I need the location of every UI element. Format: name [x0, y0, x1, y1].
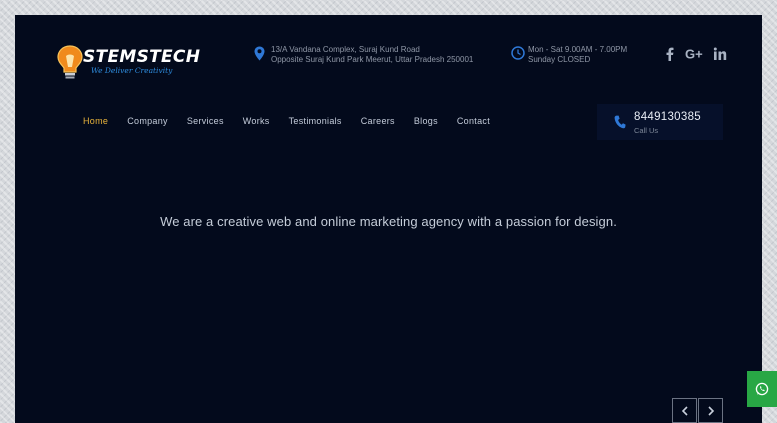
hours-line-2: Sunday CLOSED: [528, 55, 591, 64]
address-line-1: 13/A Vandana Complex, Suraj Kund Road: [271, 45, 420, 54]
site-logo[interactable]: STEMSTECH We Deliver Creativity: [55, 43, 200, 83]
slider-prev-button[interactable]: [672, 398, 697, 423]
svg-text:G+: G+: [685, 47, 703, 61]
nav-blogs[interactable]: Blogs: [414, 116, 438, 126]
nav-services[interactable]: Services: [187, 116, 224, 126]
call-us-box[interactable]: 8449130385 Call Us: [597, 104, 723, 140]
brand-tagline: We Deliver Creativity: [91, 66, 173, 75]
nav-contact[interactable]: Contact: [457, 116, 490, 126]
nav-careers[interactable]: Careers: [361, 116, 395, 126]
nav-home[interactable]: Home: [83, 116, 108, 126]
main-nav: Home Company Services Works Testimonials…: [83, 116, 509, 126]
phone-icon: [614, 115, 626, 129]
whatsapp-icon: [755, 382, 769, 396]
call-us-label: Call Us: [634, 126, 659, 135]
phone-number: 8449130385: [634, 111, 701, 123]
lightbulb-icon: [57, 45, 83, 79]
brand-name: STEMSTECH: [83, 47, 201, 67]
facebook-icon[interactable]: [665, 47, 674, 63]
chevron-left-icon: [681, 406, 688, 416]
clock-icon: [511, 46, 525, 60]
hours-line-1: Mon - Sat 9.00AM - 7.00PM: [528, 45, 628, 54]
page-frame: STEMSTECH We Deliver Creativity 13/A Van…: [15, 15, 762, 423]
linkedin-icon[interactable]: [713, 47, 727, 63]
google-plus-icon[interactable]: G+: [685, 47, 705, 63]
slider-next-button[interactable]: [698, 398, 723, 423]
nav-company[interactable]: Company: [127, 116, 168, 126]
address-line-2: Opposite Suraj Kund Park Meerut, Uttar P…: [271, 55, 474, 64]
whatsapp-button[interactable]: [747, 371, 777, 407]
chevron-right-icon: [708, 406, 715, 416]
hero-tagline: We are a creative web and online marketi…: [160, 214, 617, 229]
nav-testimonials[interactable]: Testimonials: [289, 116, 342, 126]
nav-works[interactable]: Works: [243, 116, 270, 126]
map-pin-icon: [254, 46, 265, 61]
